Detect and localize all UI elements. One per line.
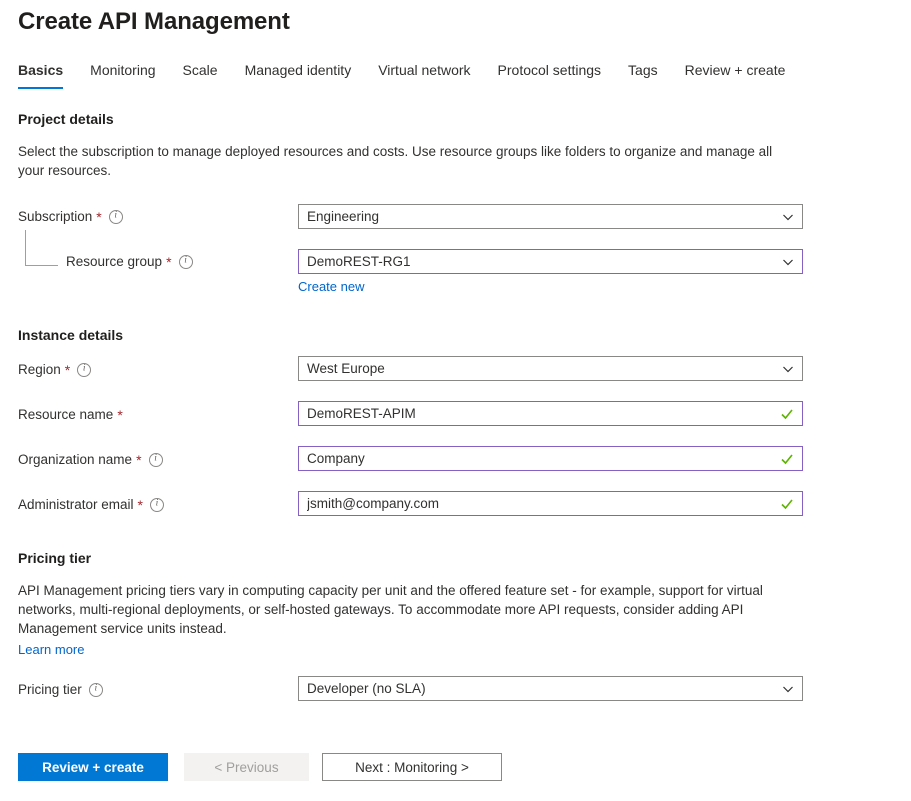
chevron-down-icon [782, 256, 794, 268]
tab-bar: Basics Monitoring Scale Managed identity… [18, 62, 785, 89]
resource-group-required-marker: * [166, 253, 172, 270]
resource-name-required-marker: * [117, 406, 123, 423]
resource-group-label: Resource group * i [66, 254, 193, 269]
pricing-tier-heading: Pricing tier [18, 550, 92, 566]
tab-basics[interactable]: Basics [18, 62, 64, 89]
resource-group-tree-connector [25, 230, 58, 266]
region-dropdown[interactable]: West Europe [298, 356, 803, 381]
tab-tags[interactable]: Tags [628, 62, 658, 89]
resource-name-input[interactable]: DemoREST-APIM [298, 401, 803, 426]
subscription-label-text: Subscription [18, 209, 93, 224]
review-create-button[interactable]: Review + create [18, 753, 168, 781]
region-label-text: Region [18, 362, 61, 377]
organization-name-value: Company [307, 451, 365, 466]
administrator-email-label-text: Administrator email [18, 497, 134, 512]
learn-more-link[interactable]: Learn more [18, 642, 84, 657]
organization-name-input[interactable]: Company [298, 446, 803, 471]
resource-group-value: DemoREST-RG1 [307, 254, 411, 269]
resource-group-dropdown[interactable]: DemoREST-RG1 [298, 249, 803, 274]
pricing-tier-value: Developer (no SLA) [307, 681, 426, 696]
next-monitoring-button[interactable]: Next : Monitoring > [322, 753, 502, 781]
chevron-down-icon [782, 211, 794, 223]
subscription-required-marker: * [96, 208, 102, 225]
valid-check-icon [780, 407, 794, 421]
resource-name-value: DemoREST-APIM [307, 406, 416, 421]
subscription-label: Subscription * i [18, 209, 123, 224]
administrator-email-label: Administrator email * i [18, 497, 164, 512]
pricing-tier-label-text: Pricing tier [18, 682, 82, 697]
administrator-email-info-icon[interactable]: i [150, 497, 164, 512]
chevron-down-icon [782, 683, 794, 695]
pricing-tier-description: API Management pricing tiers vary in com… [18, 583, 763, 636]
pricing-tier-dropdown[interactable]: Developer (no SLA) [298, 676, 803, 701]
create-new-resource-group-link[interactable]: Create new [298, 279, 364, 294]
subscription-dropdown[interactable]: Engineering [298, 204, 803, 229]
tab-protocol-settings[interactable]: Protocol settings [498, 62, 602, 89]
tab-monitoring[interactable]: Monitoring [90, 62, 155, 89]
chevron-down-icon [782, 363, 794, 375]
tab-scale[interactable]: Scale [183, 62, 218, 89]
pricing-tier-info-icon[interactable]: i [88, 682, 103, 697]
previous-button: < Previous [184, 753, 309, 781]
region-label: Region * i [18, 361, 92, 378]
resource-name-label-text: Resource name [18, 407, 114, 422]
organization-name-label: Organization name * i [18, 452, 163, 467]
page-title: Create API Management [18, 8, 290, 35]
organization-name-required-marker: * [136, 451, 142, 468]
project-details-heading: Project details [18, 111, 114, 127]
project-details-description: Select the subscription to manage deploy… [18, 144, 773, 178]
region-required-marker: * [64, 361, 71, 378]
administrator-email-value: jsmith@company.com [307, 496, 439, 511]
resource-group-info-icon[interactable]: i [178, 254, 193, 269]
resource-group-label-text: Resource group [66, 254, 163, 269]
subscription-value: Engineering [307, 209, 380, 224]
subscription-info-icon[interactable]: i [108, 209, 123, 224]
region-value: West Europe [307, 361, 385, 376]
tab-review-create[interactable]: Review + create [685, 62, 786, 89]
organization-name-info-icon[interactable]: i [148, 452, 163, 467]
pricing-tier-label: Pricing tier i [18, 682, 103, 697]
tab-virtual-network[interactable]: Virtual network [378, 62, 470, 89]
create-api-management-page: Create API Management Basics Monitoring … [0, 0, 911, 801]
administrator-email-required-marker: * [137, 496, 143, 513]
valid-check-icon [780, 497, 794, 511]
region-info-icon[interactable]: i [77, 362, 92, 377]
resource-name-label: Resource name * [18, 407, 123, 422]
valid-check-icon [780, 452, 794, 466]
tab-managed-identity[interactable]: Managed identity [245, 62, 352, 89]
instance-details-heading: Instance details [18, 327, 124, 343]
administrator-email-input[interactable]: jsmith@company.com [298, 491, 803, 516]
organization-name-label-text: Organization name [18, 452, 133, 467]
